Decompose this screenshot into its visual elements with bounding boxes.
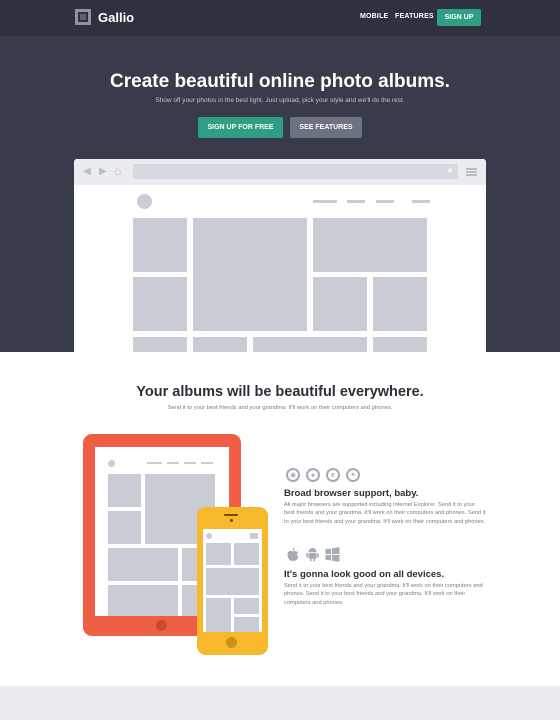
section-subtitle: Send it to your best friends and your gr…: [167, 405, 393, 411]
brand-name: Gallio: [98, 9, 135, 25]
android-icon: [306, 548, 319, 562]
home-icon: ⌂: [114, 164, 122, 178]
hero-section: Gallio MOBILE FEATURES SIGN UP Create be…: [0, 0, 560, 352]
nav-link-features[interactable]: FEATURES: [395, 13, 434, 20]
photo-placeholder: [206, 543, 231, 565]
url-bar: ★: [133, 164, 458, 179]
back-arrow-icon: ◀: [83, 166, 91, 177]
phone-camera: [230, 519, 233, 522]
phone-screen: [203, 529, 262, 632]
star-icon: ★: [445, 165, 454, 175]
photo-placeholder: [313, 218, 427, 272]
mockup-avatar: [137, 194, 152, 209]
photo-placeholder: [234, 617, 259, 632]
photo-placeholder: [193, 337, 247, 352]
hero-subtitle: Show off your photos in the best light. …: [155, 97, 405, 104]
nav-signup-button[interactable]: SIGN UP: [437, 9, 481, 26]
photo-placeholder: [133, 218, 187, 272]
footer-band: [0, 686, 560, 720]
feature-title: It's gonna look good on all devices.: [284, 569, 445, 580]
phone-home-button: [226, 637, 237, 648]
phone-avatar: [206, 533, 212, 539]
phone-speaker: [224, 514, 238, 516]
section-title: Your albums will be beautiful everywhere…: [136, 384, 424, 400]
hero-title: Create beautiful online photo albums.: [110, 71, 450, 92]
internet-explorer-icon: e: [326, 468, 340, 482]
tablet-nav-line: [201, 462, 213, 464]
feature-title: Broad browser support, baby.: [284, 488, 419, 499]
see-features-button[interactable]: SEE FEATURES: [290, 117, 362, 138]
menu-icon: [466, 168, 477, 176]
nav-link-mobile[interactable]: MOBILE: [360, 13, 388, 20]
tablet-home-button: [156, 620, 167, 631]
safari-icon: ✦: [346, 468, 360, 482]
tablet-avatar: [108, 460, 115, 467]
photo-placeholder: [206, 568, 259, 595]
photo-placeholder: [253, 337, 367, 352]
browser-toolbar: ◀ ▶ ⌂ ★: [74, 159, 486, 185]
signup-free-button[interactable]: SIGN UP FOR FREE: [198, 117, 283, 138]
photo-placeholder: [206, 598, 231, 632]
gallio-logo-icon: [75, 9, 91, 25]
photo-placeholder: [373, 337, 427, 352]
photo-placeholder: [193, 218, 307, 331]
photo-placeholder: [133, 277, 187, 331]
firefox-icon: ●: [306, 468, 320, 482]
feature-text: All major browsers are supported includi…: [284, 502, 486, 525]
feature-text: Send it to your best friends and your gr…: [284, 583, 483, 606]
apple-icon: [287, 547, 299, 561]
phone-menu: [250, 533, 258, 539]
tablet-nav-line: [184, 462, 196, 464]
photo-placeholder: [234, 598, 259, 614]
windows-icon: [325, 547, 340, 562]
os-icons: [286, 547, 340, 562]
photo-placeholder: [373, 277, 427, 331]
chrome-icon: ◉: [286, 468, 300, 482]
tablet-nav-line: [167, 462, 179, 464]
browser-mockup: ◀ ▶ ⌂ ★: [74, 159, 486, 352]
top-navbar: Gallio MOBILE FEATURES SIGN UP: [0, 0, 560, 36]
phone-illustration: [197, 507, 268, 655]
mockup-nav-line: [376, 200, 394, 203]
photo-placeholder: [313, 277, 367, 331]
photo-placeholder: [108, 511, 141, 544]
photo-placeholder: [108, 474, 141, 507]
photo-placeholder: [108, 585, 178, 616]
photo-placeholder: [234, 543, 259, 565]
photo-placeholder: [108, 548, 178, 581]
brand-link[interactable]: Gallio: [75, 9, 134, 25]
mockup-page: [79, 185, 481, 352]
mockup-nav-line: [347, 200, 365, 203]
tablet-nav-line: [147, 462, 162, 464]
mockup-nav-line: [412, 200, 430, 203]
mockup-nav-line: [313, 200, 337, 203]
photo-placeholder: [133, 337, 187, 352]
forward-arrow-icon: ▶: [99, 166, 107, 177]
browser-icons: ◉ ● e ✦: [286, 468, 360, 482]
